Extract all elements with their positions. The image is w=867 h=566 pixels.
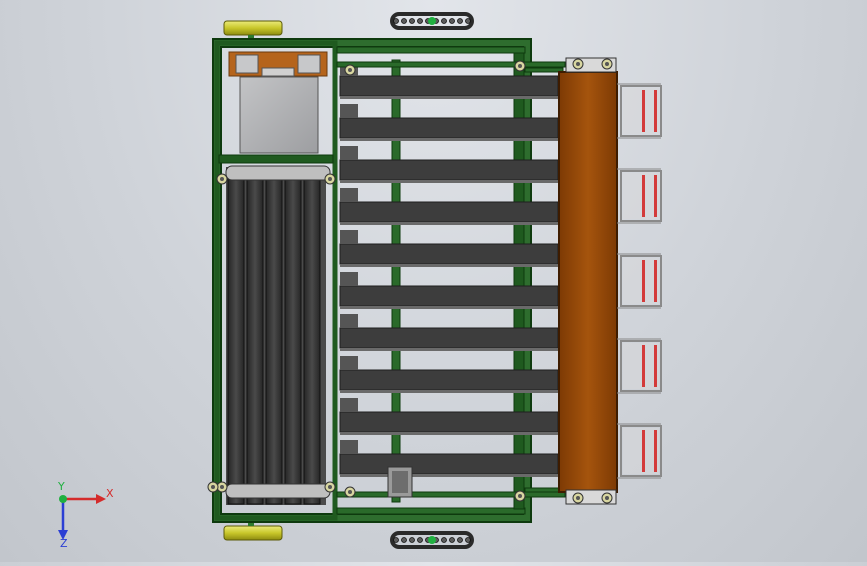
belt-strip <box>303 167 321 505</box>
slat-bar <box>339 75 559 97</box>
slat-edge <box>340 306 558 309</box>
slat-edge <box>340 348 558 351</box>
slat-mount <box>340 314 358 328</box>
belt-strip <box>227 167 245 505</box>
slat-mount <box>340 146 358 160</box>
slat-edge <box>340 390 558 393</box>
belt-strip <box>284 167 302 505</box>
ejector-fins <box>617 83 662 479</box>
fin-unit <box>617 338 662 394</box>
output-tray <box>558 57 618 505</box>
left-belt-conveyor <box>225 165 331 505</box>
slat-bar <box>339 327 559 349</box>
slat-bar <box>339 369 559 391</box>
slat-mount <box>340 230 358 244</box>
slat-bar <box>339 285 559 307</box>
fin-unit <box>617 423 662 479</box>
belt-strip <box>246 167 264 505</box>
slat-mount <box>340 104 358 118</box>
y-axis-label: Y <box>57 480 65 493</box>
slat-bar <box>339 243 559 265</box>
slat-bar <box>339 159 559 181</box>
drive-chain-bottom <box>390 531 474 549</box>
slat-edge <box>340 222 558 225</box>
slat-mount <box>340 272 358 286</box>
slat-edge <box>340 138 558 141</box>
slat-edge <box>340 180 558 183</box>
slat-mount <box>340 440 358 454</box>
gearbox <box>387 466 413 498</box>
belt-roller-top <box>225 165 331 181</box>
drive-chain-top <box>390 12 474 30</box>
coordinate-triad: X Y Z <box>57 480 114 548</box>
slat-mount <box>340 188 358 202</box>
slat-bar <box>339 453 559 475</box>
slat-mount <box>340 356 358 370</box>
cad-viewport[interactable]: X Y Z <box>0 0 867 562</box>
belt-roller-bottom <box>225 483 331 499</box>
fin-unit <box>617 253 662 309</box>
slat-edge <box>340 432 558 435</box>
slat-edge <box>340 474 558 477</box>
slat-bar <box>339 117 559 139</box>
machine-assembly-model[interactable] <box>0 0 867 562</box>
fin-unit <box>617 168 662 224</box>
slat-bar <box>339 411 559 433</box>
x-axis-label: X <box>106 487 114 500</box>
slat-bar <box>339 201 559 223</box>
slat-edge <box>340 264 558 267</box>
fin-unit <box>617 83 662 139</box>
slat-edge <box>340 96 558 99</box>
z-axis-label: Z <box>60 537 68 548</box>
belt-strip <box>265 167 283 505</box>
motor-compartment <box>228 51 328 154</box>
slat-mount <box>340 398 358 412</box>
